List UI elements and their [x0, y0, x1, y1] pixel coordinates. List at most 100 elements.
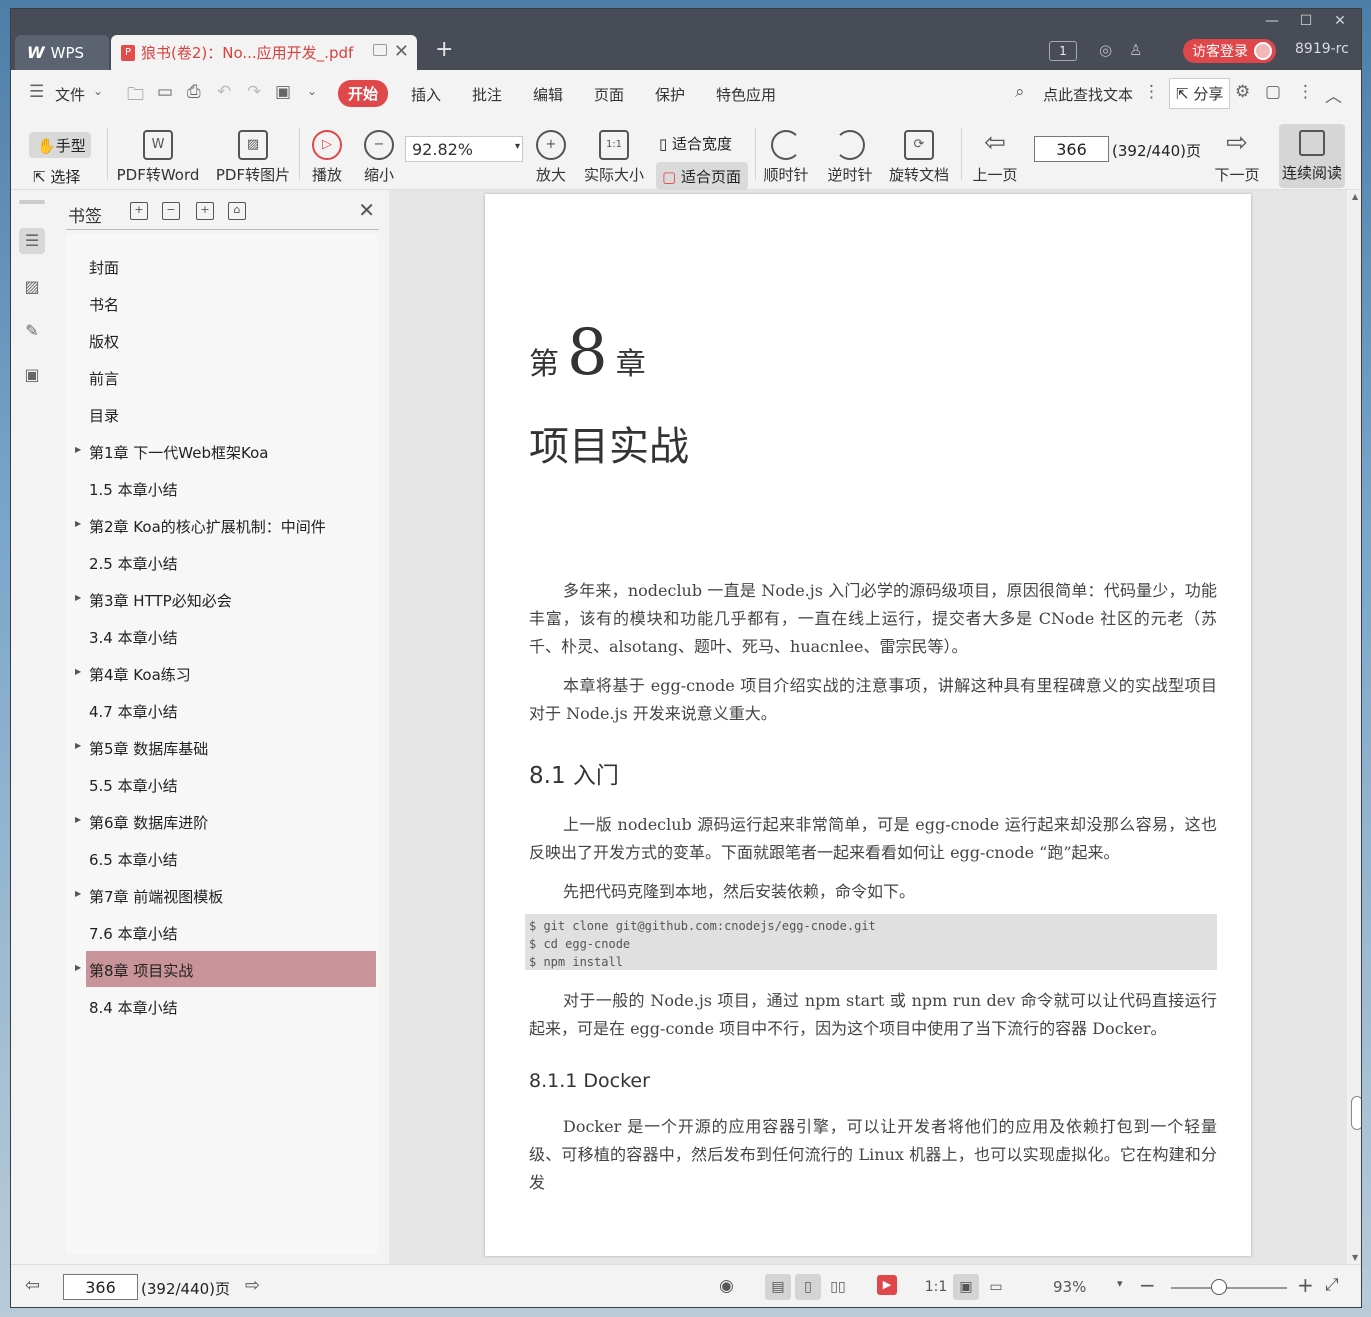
tab-annotate[interactable]: 批注 — [472, 84, 502, 105]
pdf-to-image-button[interactable]: ▨ PDF转图片 — [213, 130, 293, 185]
expand-arrow-icon[interactable]: ▶ — [75, 519, 81, 528]
zoom-slider[interactable] — [1171, 1287, 1287, 1289]
tab-protect[interactable]: 保护 — [655, 84, 685, 105]
bookmark-item[interactable]: 1.5 本章小结 — [86, 470, 376, 506]
bookmark-item[interactable]: 前言 — [86, 359, 376, 395]
next-page-icon[interactable]: ⇨ — [245, 1275, 260, 1296]
actual-size-button[interactable]: 1:1 实际大小 — [581, 130, 647, 185]
maximize-icon[interactable]: ☐ — [1291, 13, 1321, 29]
vertical-scrollbar[interactable]: ▲ ▼ — [1349, 190, 1361, 1264]
zoom-out-button[interactable]: − 缩小 — [359, 130, 399, 185]
collapse-all-icon[interactable]: − — [162, 202, 180, 220]
screen-icon[interactable] — [373, 44, 387, 56]
two-page-view-icon[interactable]: ▯▯ — [825, 1274, 851, 1300]
status-page-input[interactable]: 366 — [63, 1274, 138, 1300]
document-tab[interactable]: P 狼书(卷2)：No...应用开发_.pdf ✕ — [111, 35, 417, 70]
expand-arrow-icon[interactable]: ▶ — [75, 741, 81, 750]
tab-start[interactable]: 开始 — [338, 80, 389, 107]
save-icon[interactable]: ▭ — [157, 82, 173, 102]
prev-page-button[interactable]: ⇦ 上一页 — [969, 130, 1021, 185]
bookmark-item[interactable]: 5.5 本章小结 — [86, 766, 376, 802]
zoom-minus-icon[interactable]: − — [1139, 1273, 1156, 1297]
bookmark-item[interactable]: ▶ 第7章 前端视图模板 — [75, 877, 376, 913]
actual-size-icon[interactable]: 1:1 — [923, 1274, 949, 1300]
more-chevron-icon[interactable]: ⌄ — [307, 84, 317, 98]
bookmark-item[interactable]: 8.4 本章小结 — [86, 988, 376, 1024]
tab-edit[interactable]: 编辑 — [533, 84, 563, 105]
open-folder-icon[interactable]: 🗀 — [127, 82, 144, 111]
scroll-up-icon[interactable]: ▲ — [1352, 192, 1358, 201]
prev-page-icon[interactable]: ⇦ — [25, 1275, 40, 1296]
share-button[interactable]: ⇱ 分享 — [1169, 78, 1231, 109]
rotate-document-button[interactable]: ⟳ 旋转文档 — [887, 130, 951, 185]
fit-page-button[interactable]: ▢ 适合页面 — [656, 162, 748, 190]
bookmark-settings-icon[interactable]: ⌂ — [228, 202, 246, 220]
add-bookmark-icon[interactable]: + — [196, 202, 214, 220]
more-dots-icon[interactable]: ⋮ — [1297, 82, 1314, 102]
bookmark-item[interactable]: 版权 — [86, 322, 376, 358]
bookmark-item[interactable]: ▶ 第5章 数据库基础 — [75, 729, 376, 765]
bookmark-item[interactable]: 3.4 本章小结 — [86, 618, 376, 654]
rotate-clockwise-button[interactable]: 顺时针 — [761, 130, 811, 185]
continuous-read-button[interactable]: 连续阅读 — [1279, 124, 1345, 188]
bookmark-item[interactable]: ▶ 第2章 Koa的核心扩展机制：中间件 — [75, 507, 376, 543]
expand-arrow-icon[interactable]: ▶ — [75, 889, 81, 898]
bookmark-item[interactable]: ▶ 第6章 数据库进阶 — [75, 803, 376, 839]
expand-arrow-icon[interactable]: ▶ — [75, 667, 81, 676]
undo-icon[interactable]: ↶ — [217, 82, 231, 102]
bookmark-item[interactable]: 目录 — [86, 396, 376, 432]
add-tab-icon[interactable]: + — [435, 37, 453, 62]
collapse-icon[interactable]: ︿ — [1325, 82, 1342, 107]
file-menu[interactable]: 文件 — [55, 84, 85, 105]
fit-width-button[interactable]: ▯ 适合宽度 — [659, 133, 732, 154]
tab-insert[interactable]: 插入 — [411, 84, 441, 105]
bookmark-panel-icon[interactable]: ☰ — [19, 228, 45, 254]
scroll-thumb[interactable] — [1351, 1096, 1361, 1130]
bookmark-item[interactable]: 书名 — [86, 285, 376, 321]
expand-arrow-icon[interactable]: ▶ — [75, 815, 81, 824]
bookmark-item[interactable]: 4.7 本章小结 — [86, 692, 376, 728]
settings-icon[interactable]: ⚙ — [1235, 82, 1250, 102]
close-tab-icon[interactable]: ✕ — [394, 41, 409, 62]
search-text[interactable]: 点此查找文本 — [1043, 84, 1133, 105]
wps-home-tab[interactable]: W WPS — [15, 35, 109, 70]
tab-page[interactable]: 页面 — [594, 84, 624, 105]
next-page-button[interactable]: ⇨ 下一页 — [1211, 130, 1263, 185]
expand-arrow-icon[interactable]: ▶ — [75, 593, 81, 602]
rotate-counterclockwise-button[interactable]: 逆时针 — [825, 130, 875, 185]
page-count-badge[interactable]: 1 — [1049, 41, 1077, 61]
bookmark-item[interactable]: ▶ 第4章 Koa练习 — [75, 655, 376, 691]
play-button[interactable]: ▷ 播放 — [307, 130, 347, 185]
annotation-icon[interactable]: ✎ — [19, 318, 45, 344]
continuous-view-icon[interactable]: ▯ — [795, 1274, 821, 1300]
close-window-icon[interactable]: ✕ — [1325, 13, 1355, 29]
zoom-in-button[interactable]: + 放大 — [531, 130, 571, 185]
pdf-to-word-button[interactable]: W PDF转Word — [115, 130, 201, 185]
skin-icon[interactable]: ◎ — [1099, 41, 1112, 59]
expand-arrow-icon[interactable]: ▶ — [75, 445, 81, 454]
fullscreen-icon[interactable]: ⤢ — [1325, 1275, 1339, 1295]
zoom-plus-icon[interactable]: + — [1297, 1273, 1314, 1297]
expand-all-icon[interactable]: + — [130, 202, 148, 220]
zoom-dropdown-icon[interactable]: ▾ — [1117, 1277, 1123, 1290]
bookmark-item[interactable]: ▶ 第1章 下一代Web框架Koa — [75, 433, 376, 469]
bookmark-item[interactable]: ▶ 第8章 项目实战 — [75, 951, 376, 987]
single-page-view-icon[interactable]: ▤ — [765, 1274, 791, 1300]
page-number-input[interactable]: 366 — [1034, 136, 1109, 162]
hamburger-icon[interactable]: ☰ — [29, 82, 44, 102]
expand-arrow-icon[interactable]: ▶ — [75, 963, 81, 972]
bookmark-item[interactable]: ▶ 第3章 HTTP必知必会 — [75, 581, 376, 617]
select-tool-button[interactable]: ⇱ 选择 — [33, 166, 80, 187]
redo-icon[interactable]: ↷ — [247, 82, 261, 102]
eye-protect-icon[interactable]: ◉ — [719, 1276, 734, 1296]
export-icon[interactable]: ▣ — [19, 362, 45, 388]
hand-tool-button[interactable]: ✋手型 — [29, 132, 91, 158]
scroll-down-icon[interactable]: ▼ — [1352, 1253, 1358, 1262]
minimize-icon[interactable]: — — [1257, 13, 1287, 29]
close-panel-icon[interactable]: ✕ — [358, 198, 375, 222]
tab-special[interactable]: 特色应用 — [716, 84, 776, 105]
bookmark-item[interactable]: 7.6 本章小结 — [86, 914, 376, 950]
visitor-login-button[interactable]: 访客登录 — [1183, 39, 1276, 63]
export-image-icon[interactable]: ▣ — [275, 82, 291, 102]
zoom-slider-knob[interactable] — [1211, 1279, 1227, 1295]
